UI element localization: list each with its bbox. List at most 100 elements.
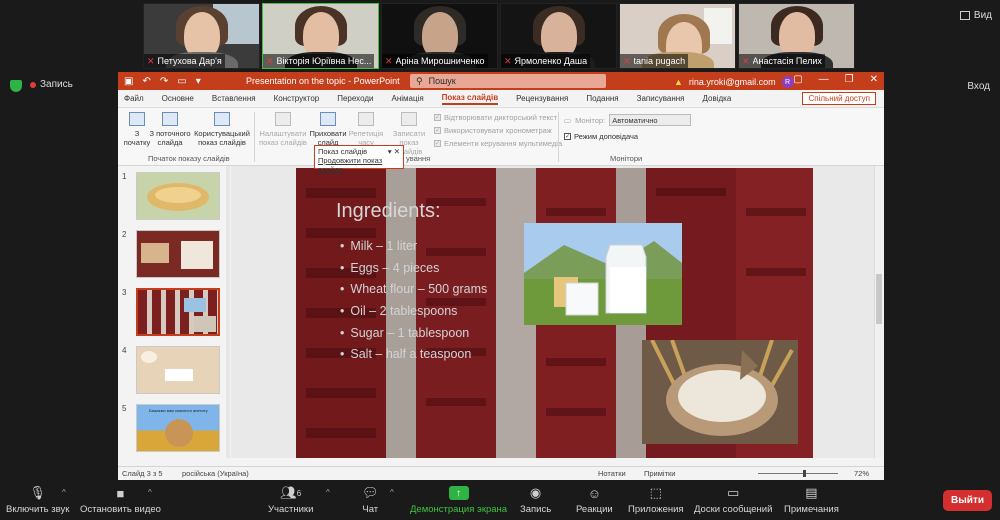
- use-timings-checkbox[interactable]: ✓ Використовувати хронометраж: [434, 126, 552, 135]
- milk-photo[interactable]: [524, 223, 682, 325]
- notes-button[interactable]: ▤ Примечания: [784, 484, 839, 515]
- participant-tile[interactable]: ✕ Ярмоленко Даша: [500, 3, 617, 69]
- participant-tile[interactable]: ✕ tania pugach: [619, 3, 736, 69]
- media-controls-checkbox[interactable]: ✓ Елементи керування мультимедіа: [434, 139, 562, 148]
- participant-tile[interactable]: ✕ Петухова Дар'я: [143, 3, 260, 69]
- flour-photo[interactable]: [642, 340, 798, 444]
- ingredient-item[interactable]: Sugar – 1 tablespoon: [340, 326, 487, 348]
- play-narrations-checkbox[interactable]: ✓ Відтворювати дикторський текст: [434, 113, 557, 122]
- security-shield-icon[interactable]: [10, 80, 22, 92]
- monitor-dropdown[interactable]: Автоматично: [609, 114, 692, 126]
- custom-show-button[interactable]: Користувацький показ слайдів: [194, 112, 250, 147]
- ingredient-item[interactable]: Milk – 1 liter: [340, 239, 487, 261]
- slide-thumbnail[interactable]: Бажаємо вам смачного апетиту: [136, 404, 220, 452]
- minimize-icon[interactable]: —: [819, 74, 829, 85]
- comments-button[interactable]: Примітки: [644, 469, 675, 478]
- thumbnail-row[interactable]: 1: [122, 172, 220, 220]
- from-current-button[interactable]: З поточного слайда: [148, 112, 192, 147]
- rehearse-timings-button[interactable]: Репетиція часу: [346, 112, 386, 147]
- restore-icon[interactable]: ❐: [845, 74, 854, 85]
- zoom-meeting-window: ✕ Петухова Дар'я ✕ Вікторія Юріївна Нес.…: [0, 0, 1000, 520]
- slide-thumbnail[interactable]: [136, 172, 220, 220]
- avatar[interactable]: R: [781, 76, 794, 88]
- tab-7[interactable]: Рецензування: [516, 94, 568, 103]
- notes-button[interactable]: Нотатки: [598, 469, 626, 478]
- leave-meeting-button[interactable]: Выйти: [943, 490, 992, 511]
- language-indicator[interactable]: російська (Україна): [182, 469, 249, 478]
- tab-5[interactable]: Анімація: [391, 94, 423, 103]
- button-label: З поточного: [149, 129, 191, 138]
- start-slideshow-icon[interactable]: ▭: [177, 76, 186, 87]
- thumbnail-row[interactable]: 3: [122, 288, 220, 336]
- participant-tile[interactable]: ✕ Вікторія Юріївна Нес...: [262, 3, 379, 69]
- thumbnail-row[interactable]: 4: [122, 346, 220, 394]
- zoom-slider[interactable]: [758, 473, 838, 474]
- zoom-level[interactable]: 72%: [854, 469, 869, 478]
- slideshow-start-icon: [129, 112, 145, 126]
- undo-icon[interactable]: ↶: [142, 76, 150, 87]
- share-button[interactable]: Спільний доступ: [802, 92, 876, 105]
- record-button[interactable]: ◉ Запись: [520, 484, 551, 515]
- scroll-thumb[interactable]: [876, 274, 882, 324]
- current-slide[interactable]: Ingredients: Milk – 1 literEggs – 4 piec…: [296, 168, 813, 458]
- thumbnails-scrollbar[interactable]: [226, 166, 230, 458]
- slide-thumbnail[interactable]: [136, 230, 220, 278]
- tab-1[interactable]: Основне: [162, 94, 194, 103]
- account-area[interactable]: ▲ rina.yroki@gmail.com R: [674, 76, 794, 88]
- chevron-up-icon[interactable]: ^: [62, 488, 66, 497]
- slide-vertical-scrollbar[interactable]: [874, 166, 883, 458]
- chevron-up-icon[interactable]: ^: [148, 488, 152, 497]
- thumbnail-row[interactable]: 2: [122, 230, 220, 278]
- warning-icon: ▲: [674, 77, 683, 87]
- slide-thumbnail[interactable]: [136, 346, 220, 394]
- reactions-button[interactable]: ☺ Реакции: [576, 484, 613, 516]
- redo-icon[interactable]: ↷: [160, 76, 168, 87]
- hide-slide-button[interactable]: Приховати слайд: [308, 112, 348, 147]
- presenter-view-checkbox[interactable]: ✓ Режим доповідача: [564, 132, 638, 141]
- customize-qat-icon[interactable]: ▾: [196, 76, 201, 87]
- ingredients-list[interactable]: Milk – 1 literEggs – 4 piecesWheat flour…: [340, 239, 487, 369]
- participants-button[interactable]: 👥︎ 6 Участники: [268, 484, 313, 515]
- recording-indicator[interactable]: Запись: [30, 79, 73, 90]
- share-screen-button[interactable]: ↑ Демонстрация экрана: [410, 484, 507, 515]
- close-icon[interactable]: ✕: [870, 74, 878, 85]
- view-button[interactable]: Вид: [959, 10, 992, 21]
- thumbnail-row[interactable]: 5 Бажаємо вам смачного апетиту: [122, 404, 220, 452]
- slide-thumbnails-pane: 1 2 3 4 5 Бажаємо вам смачного апетиту: [118, 166, 230, 458]
- chat-button[interactable]: 💬︎ Чат: [362, 484, 379, 515]
- tab-9[interactable]: Записування: [637, 94, 685, 103]
- mic-muted-icon: ✕: [623, 55, 631, 66]
- save-icon[interactable]: ▣: [124, 76, 133, 87]
- setup-show-button[interactable]: Налаштувати показ слайдів: [258, 112, 308, 147]
- ingredient-item[interactable]: Wheat flour – 500 grams: [340, 282, 487, 304]
- tab-4[interactable]: Переходи: [337, 94, 373, 103]
- ingredient-item[interactable]: Eggs – 4 pieces: [340, 261, 487, 283]
- tab-10[interactable]: Довідка: [703, 94, 732, 103]
- chevron-up-icon[interactable]: ^: [326, 488, 330, 497]
- apps-button[interactable]: ⬚ Приложения: [628, 484, 684, 515]
- enter-button[interactable]: Вход: [967, 81, 990, 92]
- ingredient-item[interactable]: Salt – half a teaspoon: [340, 347, 487, 369]
- tab-8[interactable]: Подання: [586, 94, 618, 103]
- chevron-up-icon[interactable]: ^: [390, 488, 394, 497]
- ingredient-item[interactable]: Oil – 2 tablespoons: [340, 304, 487, 326]
- tab-6[interactable]: Показ слайдів: [441, 93, 499, 105]
- unmute-button[interactable]: 🎙︎ Включить звук: [6, 484, 69, 515]
- button-label: показ слайдів: [198, 138, 246, 147]
- popup-controls[interactable]: ▾ ✕: [388, 147, 400, 156]
- whiteboard-icon: ▭: [727, 485, 740, 500]
- participants-icon: 👥︎ 6: [280, 485, 302, 500]
- tab-3[interactable]: Конструктор: [274, 94, 320, 103]
- participant-tile[interactable]: ✕ Анастасія Пелих: [738, 3, 855, 69]
- resume-slideshow-link[interactable]: Продовжити показ слайда: [318, 156, 400, 174]
- whiteboards-button[interactable]: ▭ Доски сообщений: [694, 484, 772, 515]
- ribbon-display-icon[interactable]: ▢: [793, 74, 802, 85]
- tab-0[interactable]: Файл: [124, 94, 144, 103]
- button-label: Остановить видео: [80, 504, 161, 515]
- tab-2[interactable]: Вставлення: [212, 94, 256, 103]
- slide-title[interactable]: Ingredients:: [336, 200, 441, 223]
- slide-thumbnail-selected[interactable]: [136, 288, 220, 336]
- participant-tile[interactable]: ✕ Аріна Мирошниченко: [381, 3, 498, 69]
- zoom-slider-thumb[interactable]: [803, 470, 806, 477]
- search-box[interactable]: ⚲ Пошук: [410, 74, 606, 88]
